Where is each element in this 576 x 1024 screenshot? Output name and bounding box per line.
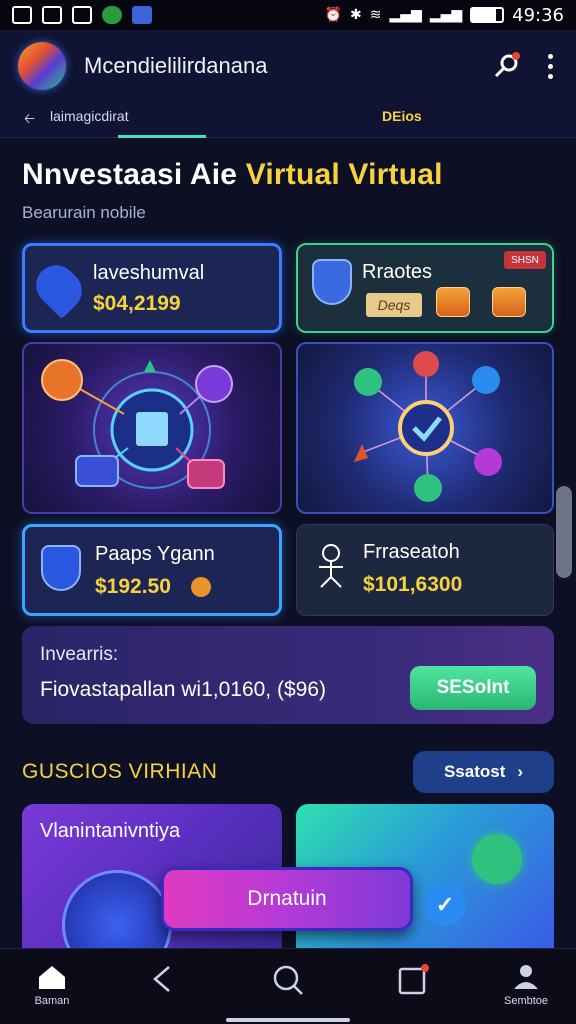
nav-recent[interactable] — [383, 963, 443, 997]
rates-title: Rraotes — [362, 261, 433, 283]
notification-button[interactable] — [488, 48, 524, 84]
section-title: GUSCIOS VIRHIAN — [22, 760, 218, 783]
search-icon — [273, 965, 303, 995]
payments-value: $192.50 — [95, 575, 171, 598]
app-logo — [18, 42, 66, 90]
donate-button[interactable]: Drnatuin — [161, 867, 413, 931]
scrollbar[interactable] — [556, 486, 572, 578]
home-icon — [39, 966, 65, 989]
tab-bar: 🡠 laimagicdirat DEios — [0, 102, 576, 138]
payments-card[interactable]: Paaps Ygann $192.50 — [22, 524, 282, 616]
image-icon — [12, 6, 32, 24]
nav-home[interactable]: Baman — [22, 963, 82, 1007]
title-prefix: Nnvestaasi Aie — [22, 158, 238, 191]
nav-home-label: Baman — [34, 995, 70, 1007]
transaction-card[interactable]: Frraseatoh $101,6300 — [296, 524, 554, 616]
person-icon — [319, 544, 343, 588]
rates-card[interactable]: Rraotes SHSN Deqs — [296, 243, 554, 333]
wifi-icon: ≋ — [369, 7, 382, 23]
chart-badge-icon — [436, 287, 470, 317]
tab-laimagicdirat[interactable]: laimagicdirat — [50, 108, 129, 124]
illustration-investing — [22, 342, 282, 514]
investment-banner: Invearris: Fiovastapallan wi1,0160, ($96… — [22, 626, 554, 724]
payments-title: Paaps Ygann — [95, 543, 215, 565]
nav-back[interactable] — [133, 963, 193, 995]
coin-icon — [191, 577, 211, 597]
illustration-network — [296, 342, 554, 514]
banner-text: Fiovastapallan wi1,0160, ($96) — [40, 678, 327, 701]
bottom-nav: Baman Sembtoe — [0, 948, 576, 1024]
photo-icon — [132, 6, 152, 24]
calc-badge-icon — [492, 287, 526, 317]
shield-icon — [41, 545, 81, 591]
investment-title: laveshumval — [93, 262, 205, 284]
clock: 49:36 — [512, 4, 564, 26]
app-title: Mcendielilirdanana — [84, 53, 268, 78]
chevron-right-icon: › — [517, 762, 524, 781]
signal-icon: ▂▄▆ — [389, 7, 422, 23]
key-icon — [494, 52, 520, 78]
more-menu-icon[interactable] — [542, 53, 558, 79]
app-icon — [102, 6, 122, 24]
square-icon — [398, 964, 429, 995]
page-title: Nnvestaasi Aie Virtual Virtual — [22, 158, 443, 192]
section-button-label: Ssatost — [443, 762, 506, 781]
location-icon — [27, 256, 91, 320]
rates-pill: Deqs — [366, 293, 422, 317]
app-header: Mcendielilirdanana — [0, 30, 576, 102]
investment-card[interactable]: laveshumval $04,2199 — [22, 243, 282, 333]
banner-label: Invearris: — [40, 644, 119, 665]
tab-deios[interactable]: DEios — [382, 108, 422, 124]
alarm-icon: ⏰ — [324, 7, 343, 23]
hub-illustration — [354, 351, 502, 502]
send-icon — [472, 834, 522, 884]
nav-search[interactable] — [258, 963, 318, 997]
mail-icon — [72, 6, 92, 24]
home-indicator[interactable] — [226, 1018, 350, 1022]
check-icon: ✓ — [424, 884, 466, 926]
transaction-title: Frraseatoh — [363, 541, 460, 563]
back-icon[interactable]: 🡠 — [24, 108, 35, 132]
tab-indicator — [118, 135, 206, 138]
signal-icon-2: ▂▄▆ — [429, 7, 463, 23]
battery-icon — [470, 7, 505, 23]
section-button[interactable]: Ssatost › — [413, 751, 554, 793]
nav-profile[interactable]: Sembtoe — [496, 963, 556, 1007]
investment-value: $04,2199 — [93, 292, 181, 315]
chart-icon — [42, 6, 62, 24]
status-bar: ⏰ ✱ ≋ ▂▄▆ ▂▄▆ 49:36 — [0, 0, 576, 30]
banner-button[interactable]: SESolnt — [410, 666, 536, 710]
bluetooth-icon: ✱ — [350, 7, 362, 23]
title-highlight: Virtual Virtual — [245, 158, 443, 191]
transaction-value: $101,6300 — [363, 573, 463, 596]
rates-tag: SHSN — [504, 251, 546, 269]
profile-icon — [514, 965, 538, 989]
back-icon — [153, 966, 170, 992]
page-subtitle: Bearurain nobile — [22, 203, 146, 222]
shield-icon — [312, 259, 352, 305]
promo-card-title: Vlanintanivntiya — [40, 820, 181, 842]
nav-profile-label: Sembtoe — [503, 995, 549, 1007]
network-illustration — [41, 359, 233, 489]
